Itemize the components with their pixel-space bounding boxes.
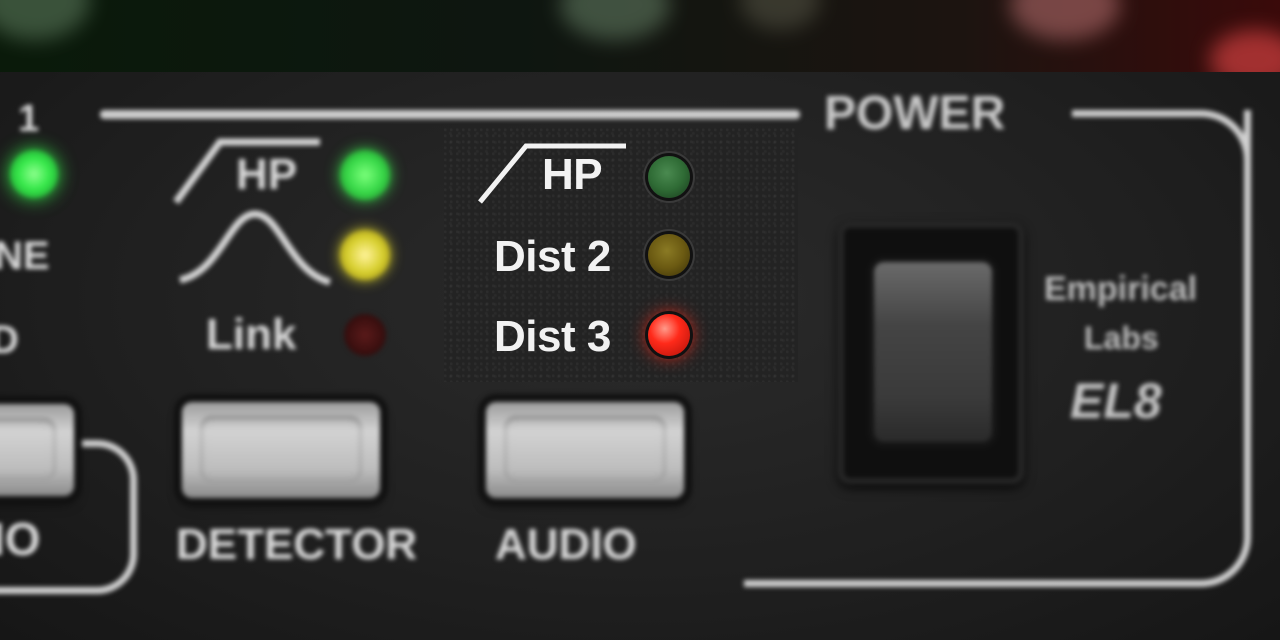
channel-number: 1 <box>18 98 40 140</box>
model-label: EL8 <box>1070 373 1162 429</box>
overlay-led-dist3 <box>648 314 690 356</box>
indicator-overlay: HP Dist 2 Dist 3 <box>444 128 798 382</box>
section-divider-line <box>100 110 800 119</box>
power-frame-top <box>1072 110 1251 237</box>
link-led-red <box>344 314 386 356</box>
brand-line-2: Labs <box>1084 320 1159 356</box>
audio-label: AUDIO <box>495 520 637 569</box>
hp-led-green <box>340 150 390 200</box>
audio-button[interactable] <box>486 402 684 498</box>
overlay-led-hp <box>648 156 690 198</box>
power-rocker-switch[interactable] <box>874 262 992 442</box>
left-partial-button[interactable] <box>0 404 74 496</box>
detector-button[interactable] <box>182 402 380 498</box>
overlay-label-dist3: Dist 3 <box>494 312 611 361</box>
left-label-partial-2: D <box>0 318 19 362</box>
left-button-label-partial: IO <box>0 513 41 565</box>
overlay-label-hp: HP <box>542 150 603 199</box>
overlay-led-dist2 <box>648 234 690 276</box>
link-label: Link <box>206 310 297 359</box>
hp-symbol-label: HP <box>236 150 298 199</box>
bell-led-yellow <box>340 230 390 280</box>
channel-led-green <box>10 150 58 198</box>
brand-line-1: Empirical <box>1044 270 1198 308</box>
left-label-partial-1: NE <box>0 234 50 278</box>
overlay-label-dist2: Dist 2 <box>494 232 611 281</box>
detector-label: DETECTOR <box>176 520 418 569</box>
background-bokeh <box>0 0 1280 75</box>
